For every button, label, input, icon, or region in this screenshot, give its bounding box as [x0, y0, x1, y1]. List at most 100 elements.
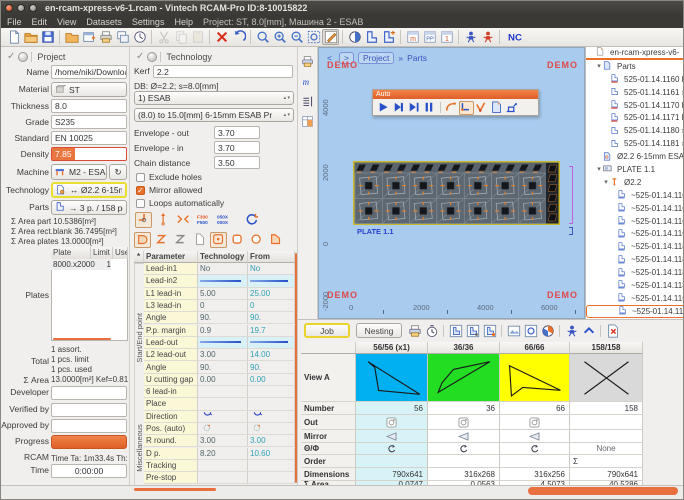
- job-rotation-cell[interactable]: [500, 443, 570, 455]
- job-mirror-cell[interactable]: [570, 430, 643, 443]
- param-tech-cell[interactable]: 3.00: [198, 349, 248, 361]
- job-out-cell[interactable]: [428, 415, 500, 430]
- param-tech-cell[interactable]: 0: [198, 300, 248, 312]
- param-tech-cell[interactable]: 0.9: [198, 325, 248, 337]
- menu-file[interactable]: File: [7, 17, 22, 27]
- copy-doc-icon[interactable]: [489, 101, 504, 115]
- tree-item-525-01-14-1161-be[interactable]: 525-01.14.1161 »Be: [586, 86, 684, 99]
- stand-icon[interactable]: [504, 101, 519, 115]
- job-view-cell[interactable]: [500, 354, 570, 402]
- d-outline-icon[interactable]: [191, 232, 208, 248]
- tree-item-525-01-14-1160-ko[interactable]: 525-01.14.1160 Ko: [586, 73, 684, 86]
- param-tech-cell[interactable]: 0.00: [198, 374, 248, 386]
- delete-icon[interactable]: [213, 29, 230, 45]
- maximize-icon[interactable]: [29, 4, 37, 12]
- job-order-cell[interactable]: [500, 455, 570, 468]
- parts-button[interactable]: → 3 p. / 158 pcs.: [51, 200, 127, 215]
- param-tech-cell[interactable]: [198, 398, 248, 410]
- zoom-region-icon[interactable]: [305, 29, 322, 45]
- checkbox-loops-automatically[interactable]: Loops automatically: [136, 198, 224, 208]
- folder-icon[interactable]: [63, 29, 80, 45]
- robot-red-icon[interactable]: [479, 29, 496, 45]
- param-from-cell[interactable]: [248, 337, 295, 349]
- tree-item-parts[interactable]: ▾Parts: [586, 60, 684, 73]
- plates-hscroll[interactable]: [53, 338, 111, 340]
- job-view-cell[interactable]: [570, 354, 643, 402]
- table-1-icon[interactable]: 1: [438, 29, 455, 45]
- box-l2-icon[interactable]: [464, 323, 481, 339]
- param-from-cell[interactable]: [248, 275, 295, 287]
- cut-icon[interactable]: [155, 29, 172, 45]
- table-m-icon[interactable]: m: [404, 29, 421, 45]
- approved-by-field[interactable]: [51, 419, 127, 433]
- tree-item-525-01-14-1181-be[interactable]: 525-01.14.1181 »Be: [586, 137, 684, 150]
- param-from-cell[interactable]: [248, 398, 295, 410]
- lead-check-icon[interactable]: [474, 101, 489, 115]
- name-field[interactable]: /home/niki/Downloads/er: [51, 65, 127, 79]
- menu-edit[interactable]: Edit: [32, 17, 48, 27]
- job-rotation-cell[interactable]: [356, 443, 428, 455]
- zoom-edit-icon[interactable]: [322, 29, 339, 45]
- param-tech-cell[interactable]: [198, 472, 248, 484]
- job-out-cell[interactable]: [356, 415, 428, 430]
- direction-icon[interactable]: [198, 411, 248, 423]
- box-o-icon[interactable]: [522, 323, 539, 339]
- pause-icon[interactable]: [422, 101, 437, 115]
- tree-item--525-01-14-1181[interactable]: ~525-01.14.1181: [586, 240, 684, 253]
- lead-curve-icon[interactable]: [444, 101, 459, 115]
- job-table-hscrollbar[interactable]: [528, 487, 678, 495]
- tree-item--525-01-14-1181[interactable]: ~525-01.14.1181: [586, 279, 684, 292]
- expander-icon[interactable]: ▾: [595, 165, 603, 173]
- print-small-icon[interactable]: [406, 323, 423, 339]
- checkbox-mirror-allowed[interactable]: ✓Mirror allowed: [136, 185, 202, 195]
- sq-round-icon[interactable]: [229, 232, 246, 248]
- range-select[interactable]: (8.0) to 15.0[mm] 6-15mm ESAB Pr▴ ▾: [134, 108, 294, 122]
- time-field[interactable]: 0:00:00: [51, 464, 127, 478]
- checkbox-exclude-holes[interactable]: Exclude holes: [136, 172, 202, 182]
- job-col-header[interactable]: 56/56 (x1): [356, 342, 428, 354]
- direction-icon[interactable]: [248, 411, 295, 423]
- zoom-out-icon[interactable]: [288, 29, 305, 45]
- table-pp-icon[interactable]: PP: [421, 29, 438, 45]
- tree-item-525-01-14-1171-ko[interactable]: 525-01.14.1171 Ko: [586, 111, 684, 124]
- param-tech-cell[interactable]: [198, 337, 248, 349]
- table-calc-icon[interactable]: [301, 115, 314, 128]
- param-from-cell[interactable]: 0.00: [248, 374, 295, 386]
- play-icon[interactable]: [377, 101, 392, 115]
- arrow-updown-icon[interactable]: [155, 212, 172, 228]
- part-icon[interactable]: [363, 29, 380, 45]
- job-dimensions-cell[interactable]: 316x256: [500, 468, 570, 481]
- part-new-icon[interactable]: [380, 29, 397, 45]
- param-from-cell[interactable]: 0: [248, 300, 295, 312]
- technology-button[interactable]: ↔ Ø2.2 6-15mm ESAB P: [51, 182, 127, 198]
- param-from-cell[interactable]: [248, 460, 295, 472]
- measure-icon[interactable]: m: [301, 75, 314, 88]
- tree-item-en-rcam-xpress-v6-[interactable]: en-rcam-xpress-v6-: [586, 47, 684, 60]
- speed-text-icon[interactable]: 050X000X: [215, 212, 232, 228]
- job-col-header[interactable]: 158/158: [570, 342, 643, 354]
- nested-plate-drawing[interactable]: [353, 161, 560, 225]
- save-icon[interactable]: [39, 29, 56, 45]
- developer-field[interactable]: [51, 386, 127, 400]
- menu-datasets[interactable]: Datasets: [86, 17, 122, 27]
- machine-refresh-button[interactable]: ↻: [109, 164, 127, 180]
- tree-item--525-01-14-1181[interactable]: ~525-01.14.1181: [586, 266, 684, 279]
- job-dimensions-cell[interactable]: 316x268: [428, 468, 500, 481]
- tree-item-plate-1-1[interactable]: ▾PLATE 1.1: [586, 163, 684, 176]
- job-dimensions-cell[interactable]: 790x641: [570, 468, 643, 481]
- param-tech-cell[interactable]: 90.: [198, 312, 248, 324]
- param-tech-cell[interactable]: [198, 275, 248, 287]
- param-from-cell[interactable]: 3.00: [248, 435, 295, 447]
- box-l3-icon[interactable]: [481, 323, 498, 339]
- envelope---in-field[interactable]: 3.70: [214, 141, 260, 154]
- timer-icon[interactable]: [423, 323, 440, 339]
- thickness-field[interactable]: 8.0: [51, 99, 127, 113]
- param-from-cell[interactable]: [248, 386, 295, 398]
- param-table-vscrollbar[interactable]: [295, 253, 297, 483]
- job-number-cell[interactable]: 158: [570, 402, 643, 415]
- param-tech-cell[interactable]: [198, 386, 248, 398]
- param-from-cell[interactable]: 19.7: [248, 325, 295, 337]
- z-orange-icon[interactable]: [153, 232, 170, 248]
- param-from-cell[interactable]: No: [248, 263, 295, 275]
- tree-item-525-01-14-1170-ko[interactable]: 525-01.14.1170 Ko: [586, 99, 684, 112]
